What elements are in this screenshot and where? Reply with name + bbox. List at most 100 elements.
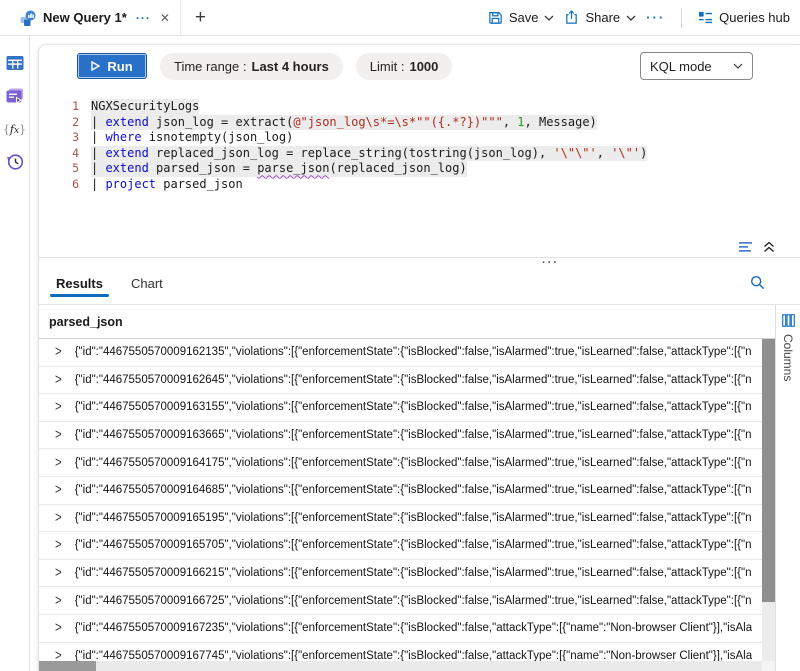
result-row[interactable]: >{"id":"4467550570009163155","violations… [39, 394, 762, 422]
expand-row-icon[interactable]: > [55, 483, 62, 498]
horizontal-scrollbar[interactable] [39, 661, 762, 671]
vertical-scrollbar[interactable] [762, 339, 775, 661]
time-range-picker[interactable]: Time range : Last 4 hours [160, 53, 343, 80]
save-icon [488, 10, 503, 25]
vertical-scrollbar-thumb[interactable] [762, 339, 775, 602]
expand-row-icon[interactable]: > [55, 593, 62, 608]
code-text: | project parsed_json [91, 177, 243, 193]
tab-close-icon[interactable]: ✕ [160, 11, 170, 25]
expand-row-icon[interactable]: > [55, 428, 62, 443]
format-lines-icon[interactable] [738, 241, 754, 253]
expand-row-icon[interactable]: > [55, 455, 62, 470]
column-header-parsed-json[interactable]: parsed_json [39, 305, 775, 339]
result-row[interactable]: > {"id":"4467550570009165195","violations… [39, 505, 762, 533]
code-line[interactable]: 5 | extend parsed_json = parse_json(repla… [39, 161, 800, 177]
result-row[interactable]: >{"id":"4467550570009163665","violations… [39, 422, 762, 450]
code-text: NGXSecurityLogs [91, 99, 199, 115]
result-row[interactable]: > {"id":"4467550570009167745","violations… [39, 643, 762, 661]
functions-icon[interactable]: {fx} [5, 120, 25, 138]
run-button[interactable]: Run [77, 53, 147, 79]
expand-row-icon[interactable]: > [55, 566, 62, 581]
tab-title: New Query 1* [43, 10, 127, 25]
results-grid: parsed_json > {"id":"4467550570009162135"… [39, 305, 775, 671]
horizontal-scrollbar-thumb[interactable] [39, 661, 96, 671]
tab-chart[interactable]: Chart [131, 276, 163, 304]
code-text: | where isnotempty(json_log) [91, 130, 293, 146]
query-mode-select[interactable]: KQL mode [640, 52, 753, 80]
divider [681, 8, 682, 28]
result-row[interactable]: > {"id":"4467550570009165705","violations… [39, 532, 762, 560]
columns-panel-label: Columns [781, 334, 795, 381]
chevron-down-icon [544, 15, 554, 21]
code-line[interactable]: 2 | extend json_log = extract(@"json_log\… [39, 115, 800, 131]
result-row[interactable]: > {"id":"4467550570009164685","violations… [39, 477, 762, 505]
limit-picker[interactable]: Limit : 1000 [356, 53, 453, 80]
line-number: 1 [51, 99, 79, 115]
kql-editor[interactable]: 1 NGXSecurityLogs 2 | extend json_log = ext… [39, 87, 800, 257]
query-workspace: Run Time range : Last 4 hours Limit : 10… [38, 44, 800, 671]
row-json-value: {"id":"4467550570009164685","violations"… [75, 484, 752, 496]
row-json-value: {"id":"4467550570009162135","violations"… [75, 346, 752, 358]
share-icon [564, 10, 579, 25]
queries-hub-button[interactable]: Queries hub [698, 10, 790, 25]
scrollbar-corner [762, 661, 775, 671]
results-pane: ··· Results Chart parsed_json >{"id":"44… [39, 257, 800, 671]
left-rail: {fx} [0, 36, 30, 671]
result-row[interactable]: > {"id":"4467550570009167235","violations… [39, 615, 762, 643]
queries-hub-icon [698, 10, 713, 25]
row-json-value: {"id":"4467550570009162645","violations"… [75, 374, 752, 386]
row-json-value: {"id":"4467550570009166725","violations"… [75, 595, 752, 607]
expand-row-icon[interactable]: > [55, 345, 62, 360]
chevron-down-icon [733, 63, 743, 69]
expand-row-icon[interactable]: > [55, 372, 62, 387]
results-rows: > {"id":"4467550570009162135","violations… [39, 339, 762, 661]
line-number: 6 [51, 177, 79, 193]
time-range-value: Last 4 hours [252, 59, 329, 74]
code-line[interactable]: 3 | where isnotempty(json_log) [39, 130, 800, 146]
result-row[interactable]: > {"id":"4467550570009166215","violations… [39, 560, 762, 588]
tab-results[interactable]: Results [56, 276, 103, 304]
code-text: | extend parsed_json = parse_json(replac… [91, 161, 467, 177]
query-tab[interactable]: New Query 1* ··· ✕ [6, 0, 181, 36]
line-number: 3 [51, 130, 79, 146]
line-number: 5 [51, 161, 79, 177]
row-json-value: {"id":"4467550570009167235","violations"… [75, 622, 752, 634]
row-json-value: {"id":"4467550570009166215","violations"… [75, 567, 752, 579]
row-json-value: {"id":"4467550570009165195","violations"… [75, 512, 752, 524]
line-number: 2 [51, 115, 79, 131]
result-row[interactable]: > {"id":"4467550570009162645","violations… [39, 367, 762, 395]
line-number: 4 [51, 146, 79, 162]
tab-overflow-icon[interactable]: ··· [136, 11, 151, 25]
code-line[interactable]: 1 NGXSecurityLogs [39, 99, 800, 115]
new-tab-button[interactable]: + [195, 8, 206, 27]
result-row[interactable]: > {"id":"4467550570009162135","violations… [39, 339, 762, 367]
columns-icon [782, 314, 795, 327]
expand-row-icon[interactable]: > [55, 621, 62, 636]
search-icon[interactable] [750, 275, 765, 295]
columns-panel-toggle[interactable]: Columns [775, 305, 800, 671]
top-bar: New Query 1* ··· ✕ + Save [0, 0, 800, 36]
save-button[interactable]: Save [488, 10, 555, 25]
editor-actions [738, 241, 775, 253]
connections-table-icon[interactable] [5, 54, 25, 72]
code-line[interactable]: 4 | extend replaced_json_log = replace_st… [39, 146, 800, 162]
chevron-down-icon [626, 15, 636, 21]
code-text: | extend json_log = extract(@"json_log\s… [91, 115, 597, 131]
limit-value: 1000 [409, 59, 438, 74]
result-row[interactable]: > {"id":"4467550570009166725","violations… [39, 587, 762, 615]
code-text: | extend replaced_json_log = replace_str… [91, 146, 647, 162]
share-button[interactable]: Share [564, 10, 636, 25]
expand-row-icon[interactable]: > [55, 648, 62, 661]
row-json-value: {"id":"4467550570009167745","violations"… [75, 650, 752, 661]
query-toolbar: Run Time range : Last 4 hours Limit : 10… [39, 45, 800, 87]
saved-scripts-icon[interactable] [5, 87, 25, 105]
code-line[interactable]: 6 | project parsed_json [39, 177, 800, 193]
expand-row-icon[interactable]: > [55, 400, 62, 415]
expand-row-icon[interactable]: > [55, 510, 62, 525]
more-actions-icon[interactable]: ··· [646, 10, 665, 25]
collapse-editor-icon[interactable] [763, 241, 775, 253]
query-history-icon[interactable] [5, 153, 25, 171]
result-row[interactable]: >{"id":"4467550570009164175","violations… [39, 449, 762, 477]
row-json-value: {"id":"4467550570009165705","violations"… [75, 539, 752, 551]
expand-row-icon[interactable]: > [55, 538, 62, 553]
